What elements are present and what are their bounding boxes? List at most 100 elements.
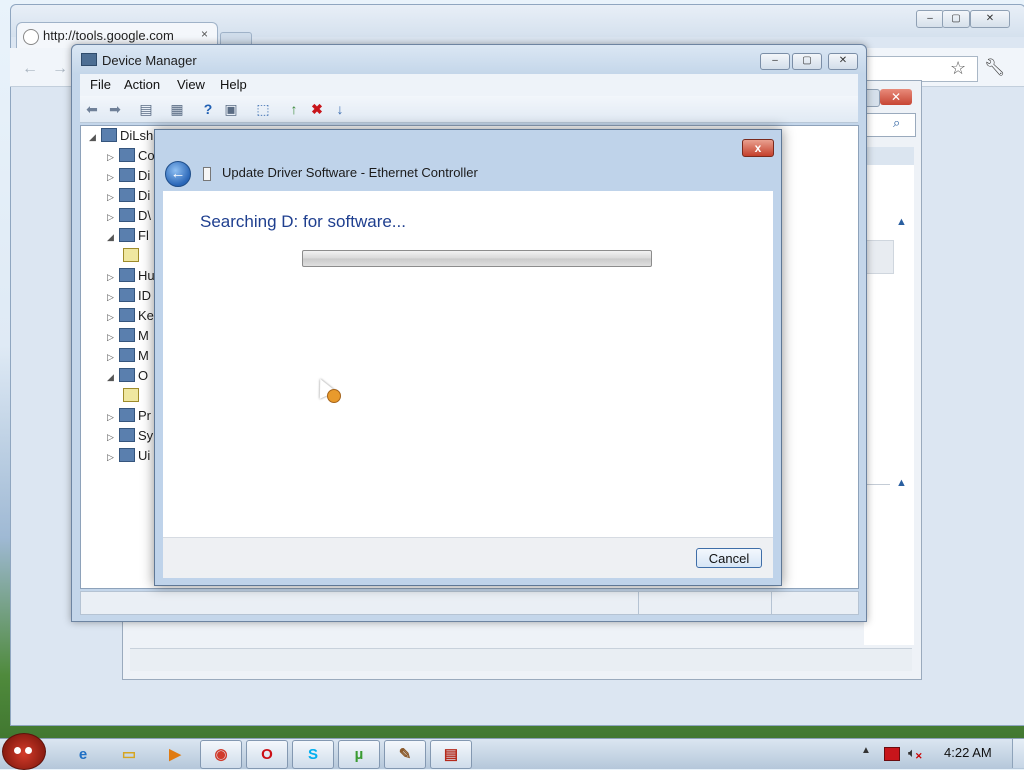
expand-icon[interactable]: ▷ [107,312,117,323]
device-icon [119,168,135,182]
internet-explorer-taskbar-button[interactable]: e [62,740,104,769]
chevron-up-icon[interactable]: ▲ [896,477,907,489]
device-manager-icon: ▤ [443,746,459,763]
expand-icon[interactable]: ▷ [107,352,117,363]
back-arrow-icon[interactable]: ← [165,161,191,187]
cancel-button[interactable]: Cancel [696,548,762,568]
tree-root[interactable]: ◢ DiLsh [89,128,153,148]
show-desktop-button[interactable] [1012,739,1024,768]
tree-item-label: ID [138,288,151,303]
back-icon[interactable]: ⬅ [83,100,101,118]
forward-arrow-icon[interactable]: → [52,60,68,78]
tree-item[interactable]: ▷ ID [107,288,155,308]
disable-device-icon[interactable]: ↓ [331,100,349,118]
star-icon[interactable]: ☆ [950,58,966,79]
tray-app-icon[interactable] [884,747,900,761]
device-icon [119,148,135,162]
menu-help[interactable]: Help [220,77,247,92]
tree-item[interactable]: ▷ Di [107,188,155,208]
dm-minimize-button[interactable]: – [760,53,790,70]
search-icon[interactable]: ⌕ [893,115,900,131]
chrome-taskbar-button[interactable]: ◉ [200,740,242,769]
update-driver-icon[interactable]: ↑ [285,100,303,118]
tree-item-label: Ui [138,448,151,463]
paint-tool-taskbar-button[interactable]: ✎ [384,740,426,769]
device-icon [119,228,135,242]
show-hidden-icons-icon[interactable]: ▲ [861,745,871,756]
tree-item[interactable]: ▷ Ke [107,308,155,328]
chrome-maximize-button[interactable]: ▢ [942,10,970,28]
windows-explorer-taskbar-button[interactable]: ▭ [108,740,150,769]
expand-icon[interactable]: ▷ [107,432,117,443]
opera-taskbar-button[interactable]: O [246,740,288,769]
tree-item[interactable]: ◢ O [107,368,155,388]
device-icon [119,268,135,282]
menu-action[interactable]: Action [124,77,160,92]
expand-icon[interactable]: ▷ [107,212,117,223]
tree-item[interactable]: ▷ Di [107,168,155,188]
help-icon[interactable]: ? [199,100,217,118]
expand-icon[interactable]: ▷ [107,192,117,203]
device-manager-taskbar-button[interactable]: ▤ [430,740,472,769]
tree-item[interactable]: ▷ Sy [107,428,155,448]
dialog-footer: Cancel [163,537,773,578]
media-player-icon: ▶ [169,746,181,763]
start-button[interactable] [2,733,46,770]
page-box [866,240,894,274]
tree-item[interactable]: ▷ D\ [107,208,155,228]
tree-item-label: Co [138,148,155,163]
menu-file[interactable]: File [90,77,111,92]
muted-icon: ✕ [915,751,923,761]
menu-view[interactable]: View [177,77,205,92]
back-arrow-icon[interactable]: ← [22,60,38,78]
start-orb-eye [25,747,32,754]
skype-taskbar-button[interactable]: S [292,740,334,769]
tree-item[interactable]: ▷ Pr [107,408,155,428]
media-player-taskbar-button[interactable]: ▶ [154,740,196,769]
dialog-close-button[interactable]: x [742,139,774,157]
collapse-icon[interactable]: ◢ [107,372,117,383]
chrome-close-button[interactable]: ✕ [970,10,1010,28]
expand-icon[interactable]: ▷ [107,152,117,163]
utorrent-icon: µ [354,746,364,763]
collapse-icon[interactable]: ◢ [107,232,117,243]
expand-icon[interactable]: ▷ [107,172,117,183]
clock[interactable]: 4:22 AM [944,745,992,760]
tree-root-label: DiLsh [120,128,154,143]
globe-icon [23,29,39,45]
tree-item-label: Pr [138,408,151,423]
utorrent-taskbar-button[interactable]: µ [338,740,380,769]
start-orb-eye [14,747,21,754]
device-icon [119,328,135,342]
device-icon [119,308,135,322]
expand-icon[interactable]: ▷ [107,412,117,423]
tree-item[interactable]: ▷ Co [107,148,155,168]
uninstall-icon[interactable]: ✖ [308,100,326,118]
expand-icon[interactable]: ▷ [107,332,117,343]
properties-icon[interactable]: ▦ [168,100,186,118]
tree-child-item[interactable] [107,388,155,408]
tree-item[interactable]: ◢ Fl [107,228,155,248]
expand-icon[interactable]: ▷ [107,292,117,303]
tree-item-label: Sy [138,428,154,443]
dm-close-button[interactable]: ✕ [828,53,858,70]
expand-icon[interactable]: ▷ [107,272,117,283]
page-close-button[interactable]: ✕ [880,89,912,105]
wrench-icon[interactable]: 🔧︎ [984,58,1006,78]
page-search-input[interactable] [864,113,916,137]
tree-item[interactable]: ▷ Ui [107,448,155,468]
dm-maximize-button[interactable]: ▢ [792,53,822,70]
forward-icon[interactable]: ➡ [106,100,124,118]
tree-item[interactable]: ▷ Hu [107,268,155,288]
chrome-minimize-button[interactable]: – [916,10,944,28]
expand-icon[interactable]: ▷ [107,452,117,463]
tree-child-item[interactable] [107,248,155,268]
status-separator [638,592,639,614]
chevron-up-icon[interactable]: ▲ [896,216,907,228]
action-pane-icon[interactable]: ▣ [222,100,240,118]
tree-item[interactable]: ▷ M [107,348,155,368]
show-hide-tree-icon[interactable]: ▤ [137,100,155,118]
tree-item[interactable]: ▷ M [107,328,155,348]
chrome-tab-close-icon[interactable]: × [201,27,208,41]
scan-hardware-icon[interactable]: ⬚ [254,100,272,118]
